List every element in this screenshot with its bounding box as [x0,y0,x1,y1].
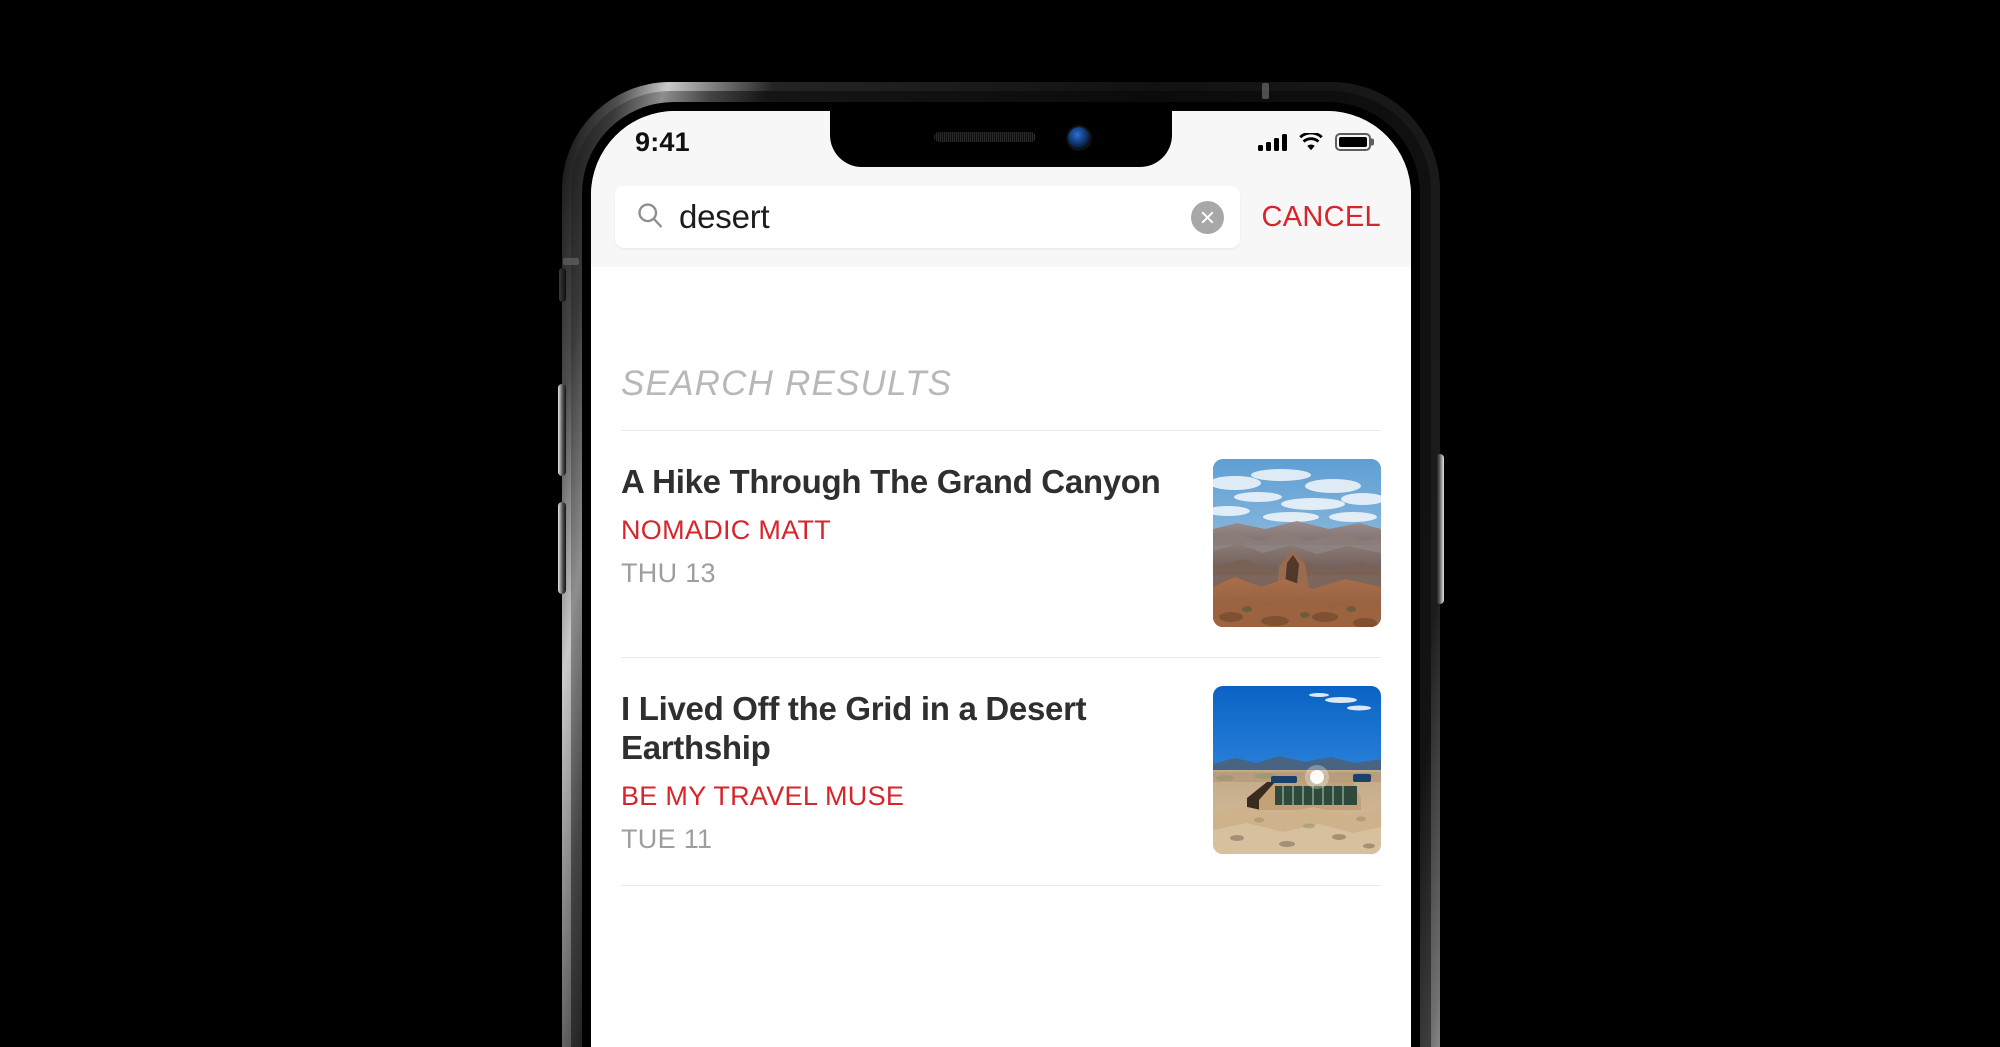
display-notch [830,111,1172,167]
earpiece-speaker-icon [934,132,1036,142]
search-input-value[interactable]: desert [679,198,1191,236]
antenna-band-top [1262,83,1269,99]
result-source: BE MY TRAVEL MUSE [621,780,905,811]
phone-screen: 9:41 desert CANCEL SEARCH RESULTS A Hike… [591,111,1411,1047]
power-button[interactable] [1436,454,1444,604]
grand-canyon-photo [1213,459,1381,627]
search-results-panel: SEARCH RESULTS A Hike Through The Grand … [591,267,1411,1047]
phone-device: 9:41 desert CANCEL SEARCH RESULTS A Hike… [558,82,1444,1047]
result-source: NOMADIC MATT [621,514,832,545]
search-bar-region: desert CANCEL [591,167,1411,267]
battery-cap [1371,138,1374,146]
desert-earthship-photo [1213,686,1381,854]
screenshot-canvas: 9:41 desert CANCEL SEARCH RESULTS A Hike… [0,0,2000,1047]
cellular-signal-icon [1258,133,1287,151]
battery-full-icon [1335,133,1374,151]
wifi-icon [1299,133,1323,151]
result-date: TUE 11 [621,823,713,854]
volume-down-button[interactable] [558,502,566,594]
result-date: THU 13 [621,557,716,588]
volume-up-button[interactable] [558,384,566,476]
status-icons [1258,133,1374,151]
result-title: A Hike Through The Grand Canyon [621,463,1161,500]
result-text-block: A Hike Through The Grand Canyon NOMADIC … [621,459,1191,589]
result-text-block: I Lived Off the Grid in a Desert Earthsh… [621,686,1191,855]
status-time: 9:41 [635,126,690,157]
cancel-button[interactable]: CANCEL [1262,201,1381,234]
clear-search-button[interactable] [1190,200,1224,234]
list-item[interactable]: I Lived Off the Grid in a Desert Earthsh… [621,658,1381,886]
result-title: I Lived Off the Grid in a Desert Earthsh… [621,690,1087,766]
mute-switch[interactable] [559,268,566,302]
search-icon [635,200,665,235]
search-results-header: SEARCH RESULTS [621,364,1381,431]
list-item[interactable]: A Hike Through The Grand Canyon NOMADIC … [621,431,1381,658]
search-input[interactable]: desert [615,186,1240,248]
antenna-band-left [563,258,579,265]
battery-level-fill [1339,137,1367,147]
front-camera-icon [1068,127,1090,149]
